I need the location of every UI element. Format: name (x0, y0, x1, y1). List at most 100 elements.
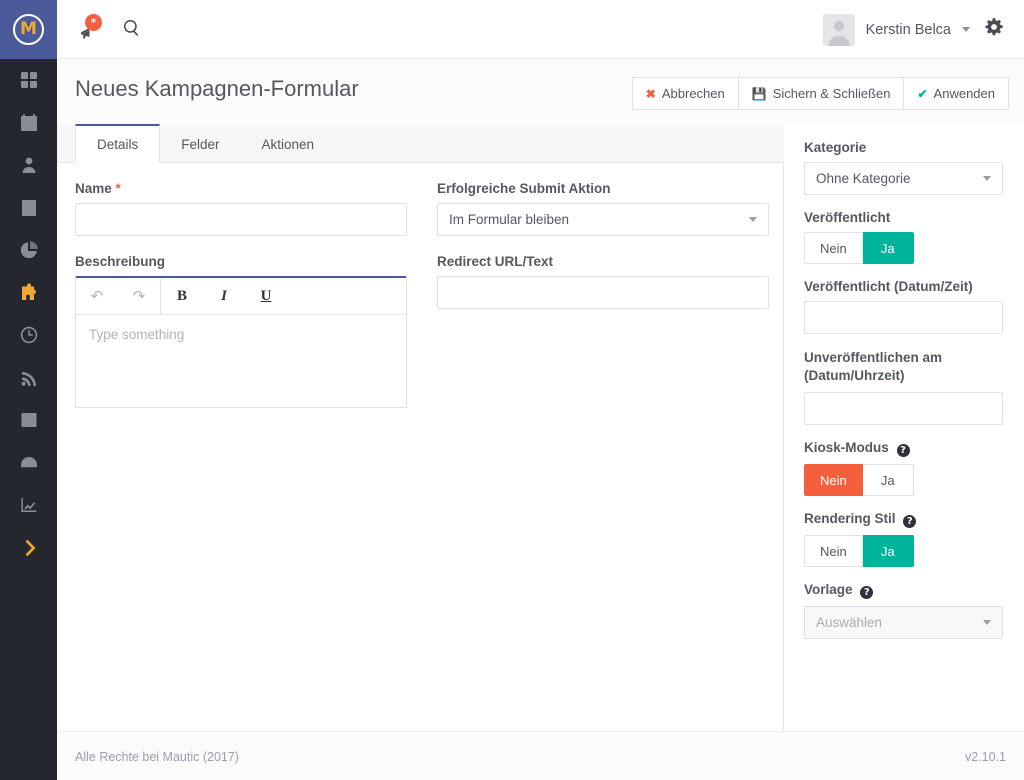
sidebar-item-dashboard[interactable] (0, 59, 57, 102)
render-style-no-button[interactable]: Nein (804, 535, 863, 567)
mautic-logo[interactable]: M (0, 0, 57, 59)
category-value: Ohne Kategorie (816, 171, 911, 186)
description-field-label: Beschreibung (75, 254, 166, 269)
apply-button[interactable]: ✔ Anwenden (903, 77, 1009, 110)
app-root: M * Kerstin Belca Neues Kampagnen-Formul… (0, 0, 1024, 780)
publish-at-group: Veröffentlicht (Datum/Zeit) (804, 279, 1003, 334)
published-no-label: Nein (820, 240, 847, 256)
description-editor-body[interactable]: Type something (76, 315, 406, 407)
footer-copyright: Alle Rechte bei Mautic (2017) (75, 750, 239, 764)
submit-action-group: Erfolgreiche Submit Aktion Im Formular b… (437, 181, 769, 236)
sidebar-expand-toggle[interactable] (0, 527, 57, 570)
name-input[interactable] (75, 203, 407, 236)
redo-icon[interactable]: ↷ (118, 278, 160, 315)
submit-action-select[interactable]: Im Formular bleiben (437, 203, 769, 236)
render-style-group: Rendering Stil ? Nein Ja (804, 511, 1003, 567)
sidebar-item-analytics[interactable] (0, 484, 57, 527)
sidebar-item-calendar[interactable] (0, 102, 57, 145)
name-field-label: Name * (75, 181, 407, 196)
unpublish-at-input[interactable] (804, 392, 1003, 425)
form-column-middle: Erfolgreiche Submit Aktion Im Formular b… (437, 181, 769, 309)
calendar-icon (19, 113, 39, 133)
redirect-input[interactable] (437, 276, 769, 309)
name-label-text: Name (75, 181, 112, 196)
chevron-down-icon (983, 176, 991, 181)
left-sidebar: M (0, 0, 57, 780)
kiosk-mode-yes-button[interactable]: Ja (862, 464, 914, 496)
tab-details[interactable]: Details (75, 124, 161, 163)
tab-aktionen[interactable]: Aktionen (241, 125, 336, 163)
chevron-down-icon (749, 217, 757, 222)
undo-icon[interactable]: ↶ (76, 278, 118, 315)
category-label: Kategorie (804, 140, 867, 155)
contacts-person-icon (19, 155, 39, 175)
notification-badge: * (85, 14, 102, 31)
save-and-close-label: Sichern & Schließen (772, 86, 891, 101)
render-style-toggle: Nein Ja (804, 535, 1003, 567)
published-no-button[interactable]: Nein (804, 232, 863, 264)
clock-icon (19, 325, 39, 345)
save-and-close-button[interactable]: 💾 Sichern & Schließen (737, 77, 904, 110)
top-header-bar: * Kerstin Belca (57, 0, 1024, 59)
sidebar-item-components[interactable] (0, 272, 57, 315)
chevron-right-icon (19, 538, 39, 558)
sidebar-item-reports[interactable] (0, 229, 57, 272)
search-icon (122, 18, 142, 43)
redirect-field-label: Redirect URL/Text (437, 254, 554, 269)
unpublish-at-label: Unveröffentlichen am (Datum/Uhrzeit) (804, 350, 943, 383)
tab-felder-label: Felder (181, 136, 220, 152)
category-select[interactable]: Ohne Kategorie (804, 162, 1003, 195)
template-select: Auswählen (804, 606, 1003, 639)
help-circle-icon[interactable]: ? (896, 444, 910, 457)
published-group: Veröffentlicht Nein Ja (804, 210, 1003, 264)
kiosk-mode-no-button[interactable]: Nein (804, 464, 863, 496)
logo-circle-icon: M (13, 14, 44, 45)
user-name-label: Kerstin Belca (865, 21, 951, 38)
cancel-button[interactable]: ✖ Abbrechen (631, 77, 738, 110)
sidebar-item-channels[interactable] (0, 357, 57, 400)
publish-at-input[interactable] (804, 301, 1003, 334)
template-group: Vorlage ? Auswählen (804, 582, 1003, 639)
save-disk-icon: 💾 (751, 86, 767, 101)
help-circle-icon[interactable]: ? (860, 586, 874, 599)
tab-bar: Details Felder Aktionen (57, 124, 784, 163)
company-building-icon (19, 198, 39, 218)
template-label: Vorlage ? (804, 582, 1003, 599)
bold-icon[interactable]: B (161, 278, 203, 315)
render-style-yes-button[interactable]: Ja (862, 535, 914, 567)
page-action-buttons: ✖ Abbrechen 💾 Sichern & Schließen ✔ Anwe… (631, 77, 1009, 110)
published-toggle: Nein Ja (804, 232, 1003, 264)
avatar (822, 13, 855, 46)
submit-action-value: Im Formular bleiben (449, 212, 570, 227)
table-grid-icon (19, 410, 39, 430)
settings-button[interactable] (975, 0, 1013, 59)
underline-icon[interactable]: U (245, 278, 287, 315)
chevron-down-icon (983, 620, 991, 625)
sidebar-item-points[interactable] (0, 314, 57, 357)
description-field-group: Beschreibung ↶ ↷ B I U Type something (75, 254, 407, 408)
published-yes-button[interactable]: Ja (862, 232, 914, 264)
tab-felder[interactable]: Felder (160, 125, 240, 163)
published-label: Veröffentlicht (804, 210, 891, 225)
sidebar-item-forms[interactable] (0, 399, 57, 442)
required-marker: * (115, 181, 121, 196)
kiosk-mode-label-text: Kiosk-Modus (804, 440, 889, 455)
logo-letter: M (20, 18, 37, 39)
sidebar-item-stages[interactable] (0, 442, 57, 485)
editor-placeholder: Type something (89, 327, 185, 342)
user-menu[interactable]: Kerstin Belca (822, 0, 970, 59)
bell-icon: * (77, 14, 102, 41)
sidebar-item-companies[interactable] (0, 187, 57, 230)
notifications-button[interactable]: * (69, 11, 107, 49)
search-button[interactable] (113, 11, 151, 49)
name-field-group: Name * (75, 181, 407, 236)
italic-icon[interactable]: I (203, 278, 245, 315)
kiosk-mode-yes-label: Ja (880, 472, 895, 488)
unpublish-at-group: Unveröffentlichen am (Datum/Uhrzeit) (804, 349, 1003, 425)
rss-feed-icon (19, 368, 39, 388)
help-circle-icon[interactable]: ? (903, 515, 917, 528)
sidebar-item-contacts[interactable] (0, 144, 57, 187)
pie-chart-icon (19, 240, 39, 260)
template-label-text: Vorlage (804, 582, 853, 597)
publish-at-label: Veröffentlicht (Datum/Zeit) (804, 279, 973, 294)
